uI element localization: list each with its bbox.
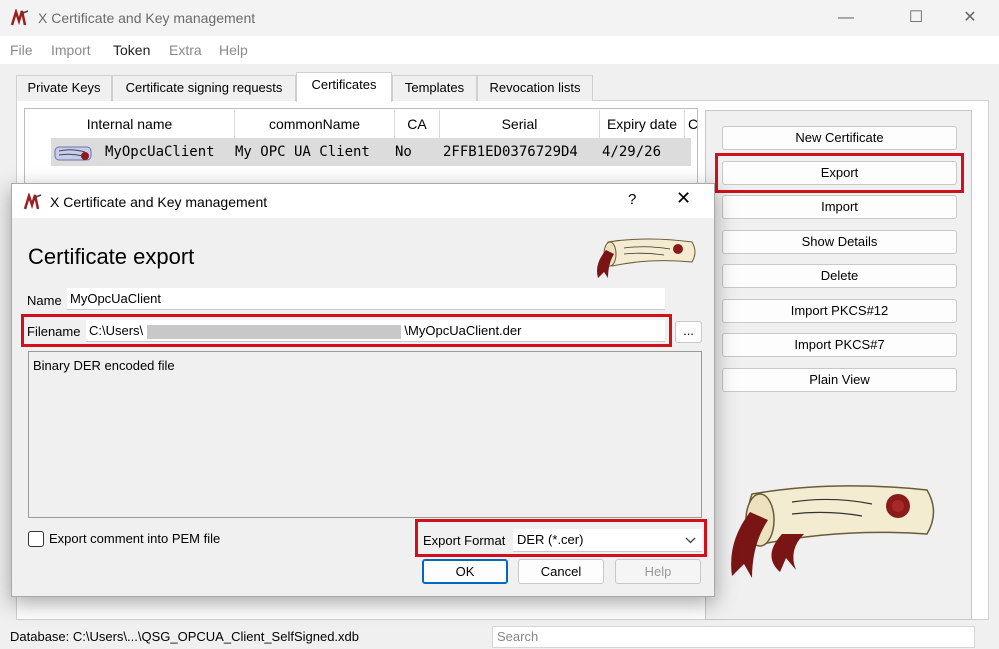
cell-ca: No: [395, 144, 412, 160]
window-title: X Certificate and Key management: [38, 10, 256, 26]
main-titlebar: X Certificate and Key management — ☐ ✕: [0, 0, 999, 36]
cell-expiry-date: 4/29/26: [602, 144, 662, 160]
show-details-button[interactable]: Show Details: [722, 230, 957, 254]
export-comment-checkbox[interactable]: [28, 531, 44, 547]
column-header-serial[interactable]: Serial: [440, 110, 600, 138]
export-format-highlight-box: [415, 519, 707, 557]
maximize-button[interactable]: ☐: [896, 6, 936, 30]
column-header-c[interactable]: C: [685, 110, 697, 138]
ok-button[interactable]: OK: [422, 559, 508, 584]
cell-internal-name: MyOpcUaClient: [105, 144, 215, 160]
export-comment-label: Export comment into PEM file: [49, 531, 221, 546]
delete-button[interactable]: Delete: [722, 264, 957, 288]
menu-token[interactable]: Token: [113, 42, 150, 58]
plain-view-button[interactable]: Plain View: [722, 368, 957, 392]
search-input[interactable]: Search: [492, 626, 975, 648]
cell-serial: 2FFB1ED0376729D4: [443, 144, 578, 160]
tab-templates[interactable]: Templates: [392, 75, 477, 101]
help-button[interactable]: Help: [615, 559, 701, 584]
menu-import[interactable]: Import: [51, 42, 91, 58]
certificate-icon: [54, 146, 92, 161]
name-label: Name: [27, 293, 62, 308]
column-header-common-name[interactable]: commonName: [235, 110, 395, 138]
filename-highlight-box: [21, 314, 672, 347]
name-field[interactable]: MyOpcUaClient: [67, 288, 665, 310]
column-header-expiry-date[interactable]: Expiry date: [600, 110, 685, 138]
new-certificate-button[interactable]: New Certificate: [722, 126, 957, 150]
browse-button[interactable]: ...: [675, 321, 702, 343]
certificate-table: Internal name commonName CA Serial Expir…: [24, 108, 698, 190]
format-description: Binary DER encoded file: [28, 351, 702, 518]
certificate-export-dialog: X Certificate and Key management ? ✕ Cer…: [11, 183, 715, 597]
import-button[interactable]: Import: [722, 195, 957, 219]
dialog-close-button[interactable]: ✕: [676, 188, 691, 209]
tab-certificate-signing-requests[interactable]: Certificate signing requests: [112, 75, 296, 101]
cell-common-name: My OPC UA Client: [235, 144, 370, 160]
import-pkcs7-button[interactable]: Import PKCS#7: [722, 333, 957, 357]
tab-certificates[interactable]: Certificates: [296, 72, 392, 102]
menu-extra[interactable]: Extra: [169, 42, 202, 58]
close-button[interactable]: ✕: [950, 6, 990, 30]
import-pkcs12-button[interactable]: Import PKCS#12: [722, 299, 957, 323]
database-path: Database: C:\Users\...\QSG_OPCUA_Client_…: [10, 629, 359, 644]
cancel-button[interactable]: Cancel: [518, 559, 604, 584]
menu-help[interactable]: Help: [219, 42, 248, 58]
certificate-scroll-logo: [731, 485, 935, 578]
column-header-ca[interactable]: CA: [395, 110, 440, 138]
tab-private-keys[interactable]: Private Keys: [16, 75, 112, 101]
menu-file[interactable]: File: [10, 42, 33, 58]
dialog-title: X Certificate and Key management: [50, 194, 268, 210]
menu-bar: File Import Token Extra Help: [0, 36, 999, 64]
dialog-scroll-logo: [597, 238, 696, 278]
minimize-button[interactable]: —: [826, 6, 866, 30]
dialog-help-icon[interactable]: ?: [628, 191, 636, 208]
xca-dialog-icon: [23, 193, 42, 210]
dialog-titlebar: X Certificate and Key management ? ✕: [12, 184, 714, 218]
table-row[interactable]: MyOpcUaClient My OPC UA Client No 2FFB1E…: [51, 138, 691, 166]
dialog-heading: Certificate export: [28, 244, 195, 269]
export-highlight-box: [715, 153, 964, 193]
column-header-internal-name[interactable]: Internal name: [25, 110, 235, 138]
tab-revocation-lists[interactable]: Revocation lists: [477, 75, 593, 101]
xca-app-icon: [10, 9, 29, 26]
